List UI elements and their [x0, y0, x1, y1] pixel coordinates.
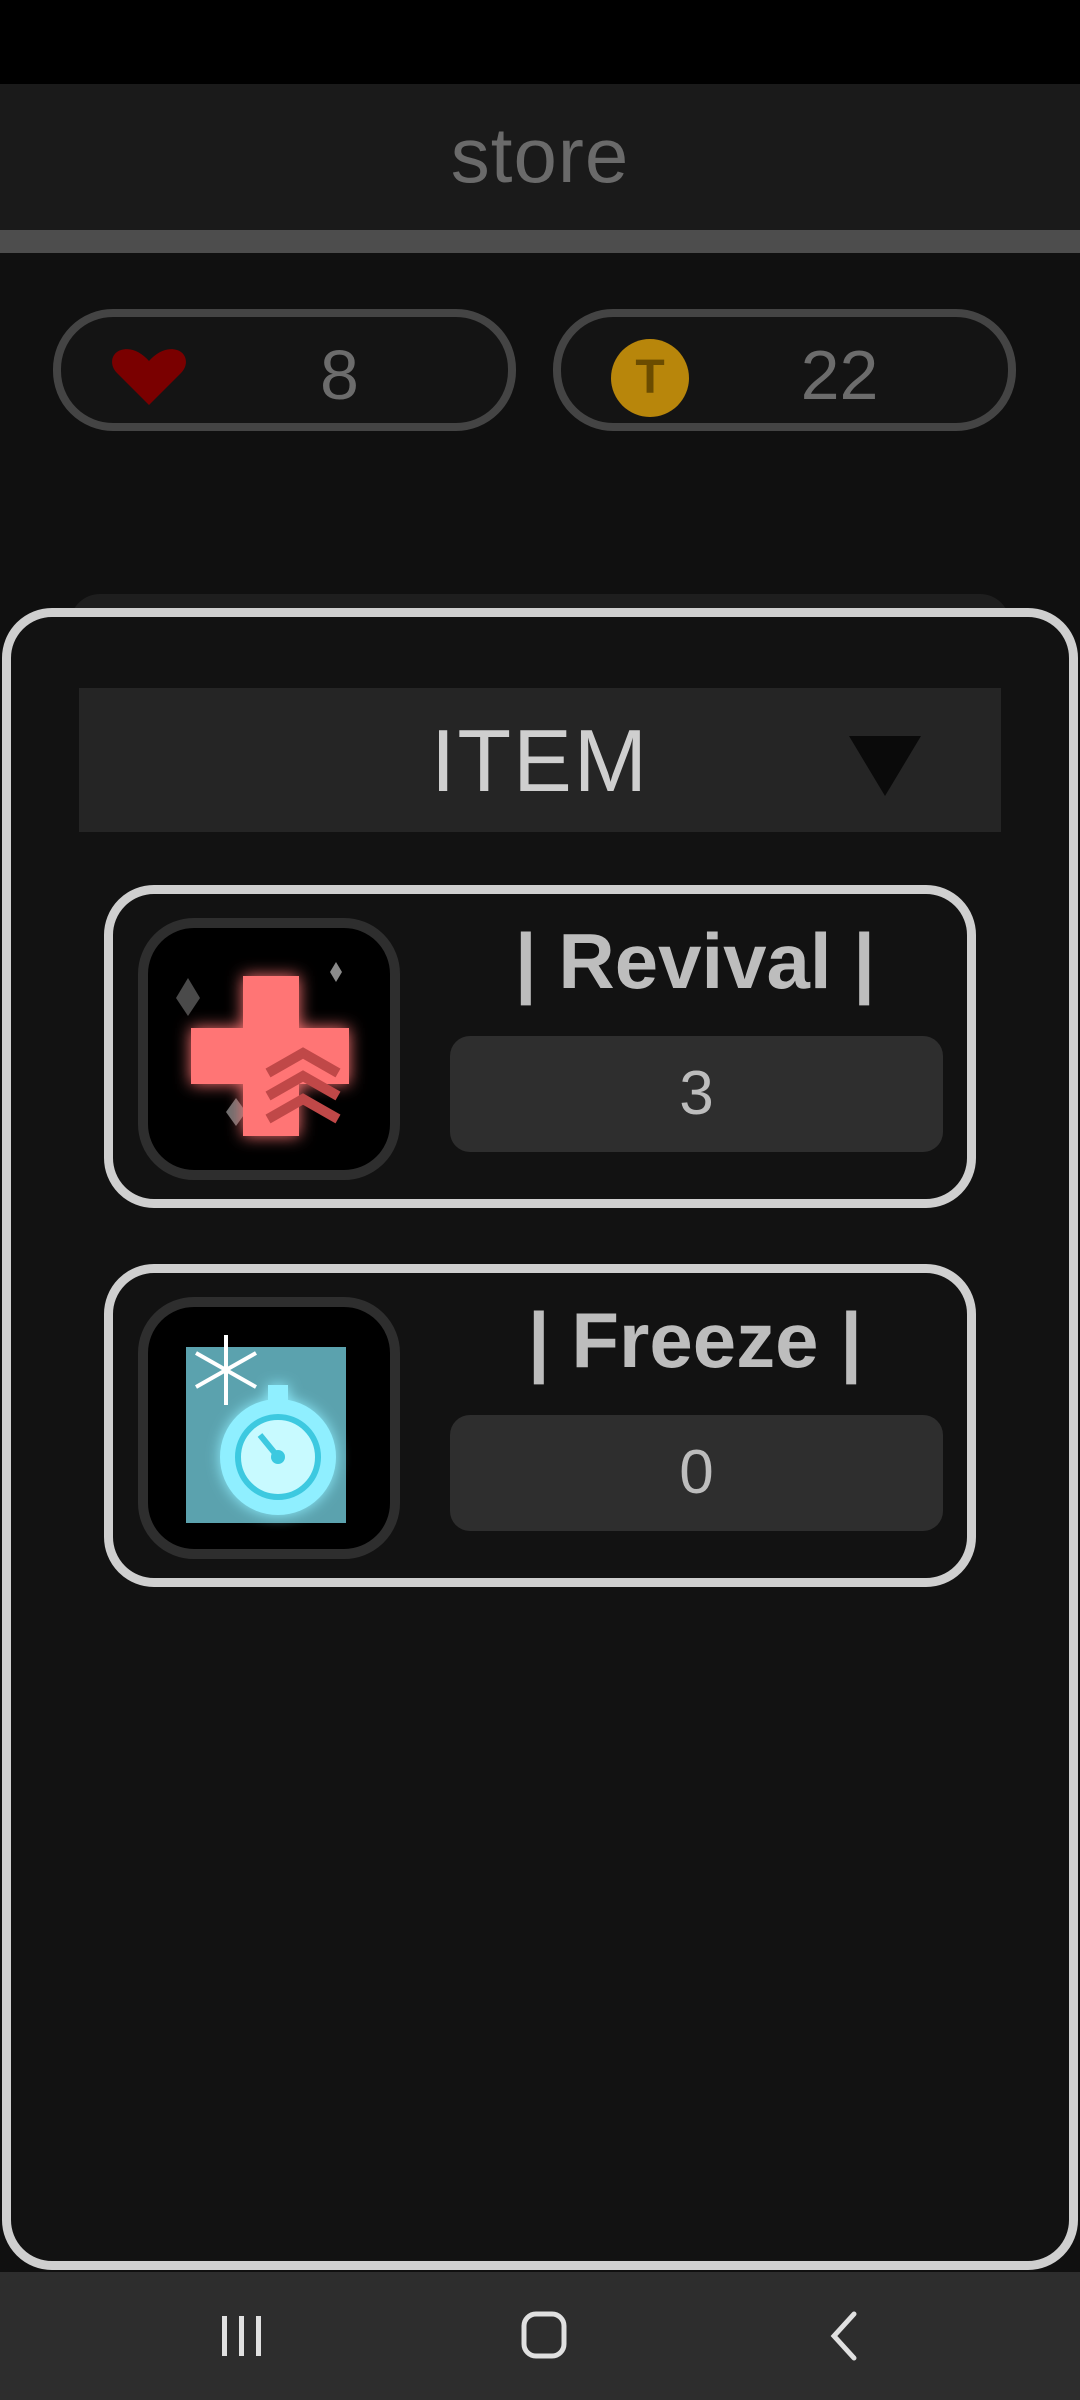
header-divider [0, 230, 1080, 253]
item-count-box: 0 [450, 1415, 943, 1531]
item-card-revival[interactable]: | Revival | 3 [104, 885, 976, 1208]
item-count-box: 3 [450, 1036, 943, 1152]
category-dropdown[interactable]: ITEM [79, 688, 1001, 832]
item-name: | Revival | [514, 917, 876, 1005]
item-card-freeze[interactable]: | Freeze | 0 [104, 1264, 976, 1587]
recent-apps-icon[interactable] [202, 2306, 282, 2366]
coin-icon: T [611, 339, 689, 417]
item-name: | Freeze | [527, 1296, 863, 1384]
freeze-stopwatch-icon [138, 1297, 400, 1559]
coins-value: 22 [800, 336, 879, 414]
page-title: store [450, 111, 630, 199]
lives-counter: 8 [53, 309, 516, 431]
item-count: 0 [679, 1438, 714, 1507]
coins-counter: T 22 [553, 309, 1016, 431]
header: store [0, 84, 1080, 230]
back-icon[interactable] [806, 2306, 886, 2366]
system-nav-bar [0, 2272, 1080, 2400]
item-count: 3 [679, 1059, 714, 1128]
status-bar [0, 0, 1080, 84]
lives-value: 8 [320, 336, 359, 414]
chevron-down-icon [849, 736, 921, 796]
heart-icon [112, 349, 186, 405]
revival-cross-icon [138, 918, 400, 1180]
home-icon[interactable] [504, 2306, 584, 2366]
